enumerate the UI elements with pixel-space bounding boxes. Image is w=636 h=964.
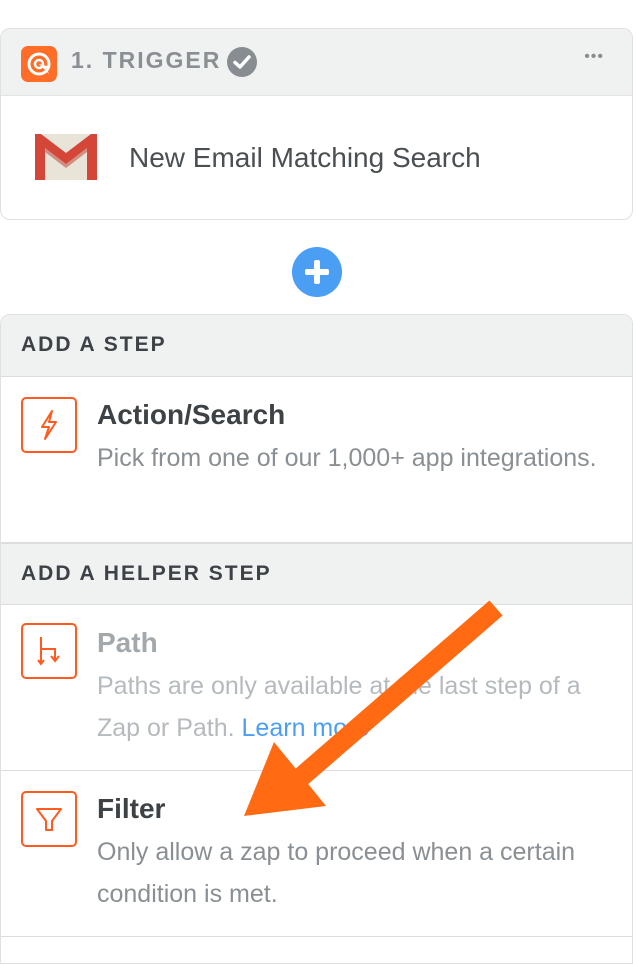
trigger-body[interactable]: New Email Matching Search bbox=[1, 96, 632, 219]
add-step-header-label: ADD A STEP bbox=[21, 333, 167, 356]
add-step-button[interactable] bbox=[292, 247, 342, 297]
add-step-panel: ADD A STEP Action/Search Pick from one o… bbox=[0, 314, 633, 964]
option-title: Filter bbox=[97, 793, 166, 824]
more-dots-icon[interactable]: ••• bbox=[584, 49, 604, 65]
add-step-header: ADD A STEP bbox=[1, 315, 632, 377]
lightning-icon bbox=[21, 397, 77, 453]
trigger-card[interactable]: 1. TRIGGER ••• New Email Matching Search bbox=[0, 28, 633, 220]
option-description: Pick from one of our 1,000+ app integrat… bbox=[97, 444, 597, 472]
option-title: Path bbox=[97, 627, 158, 658]
trigger-app-icon bbox=[21, 46, 57, 82]
option-description: Paths are only available at the last ste… bbox=[97, 665, 617, 749]
helper-step-header: ADD A HELPER STEP bbox=[1, 543, 632, 605]
trigger-step-title: 1. TRIGGER bbox=[71, 47, 222, 73]
plus-icon bbox=[305, 260, 329, 284]
check-circle-icon bbox=[227, 47, 257, 77]
filter-icon bbox=[21, 791, 77, 847]
learn-more-link[interactable]: Learn more bbox=[242, 714, 370, 742]
option-filter[interactable]: Filter Only allow a zap to proceed when … bbox=[1, 771, 632, 937]
option-path[interactable]: Path Paths are only available at the las… bbox=[1, 605, 632, 771]
path-icon bbox=[21, 623, 77, 679]
helper-step-header-label: ADD A HELPER STEP bbox=[21, 562, 272, 585]
option-title: Action/Search bbox=[97, 399, 286, 430]
option-description: Only allow a zap to proceed when a certa… bbox=[97, 838, 576, 908]
option-action-search[interactable]: Action/Search Pick from one of our 1,000… bbox=[1, 377, 632, 543]
trigger-app-name: New Email Matching Search bbox=[129, 142, 481, 173]
gmail-icon bbox=[33, 132, 99, 182]
trigger-header: 1. TRIGGER ••• bbox=[1, 29, 632, 96]
